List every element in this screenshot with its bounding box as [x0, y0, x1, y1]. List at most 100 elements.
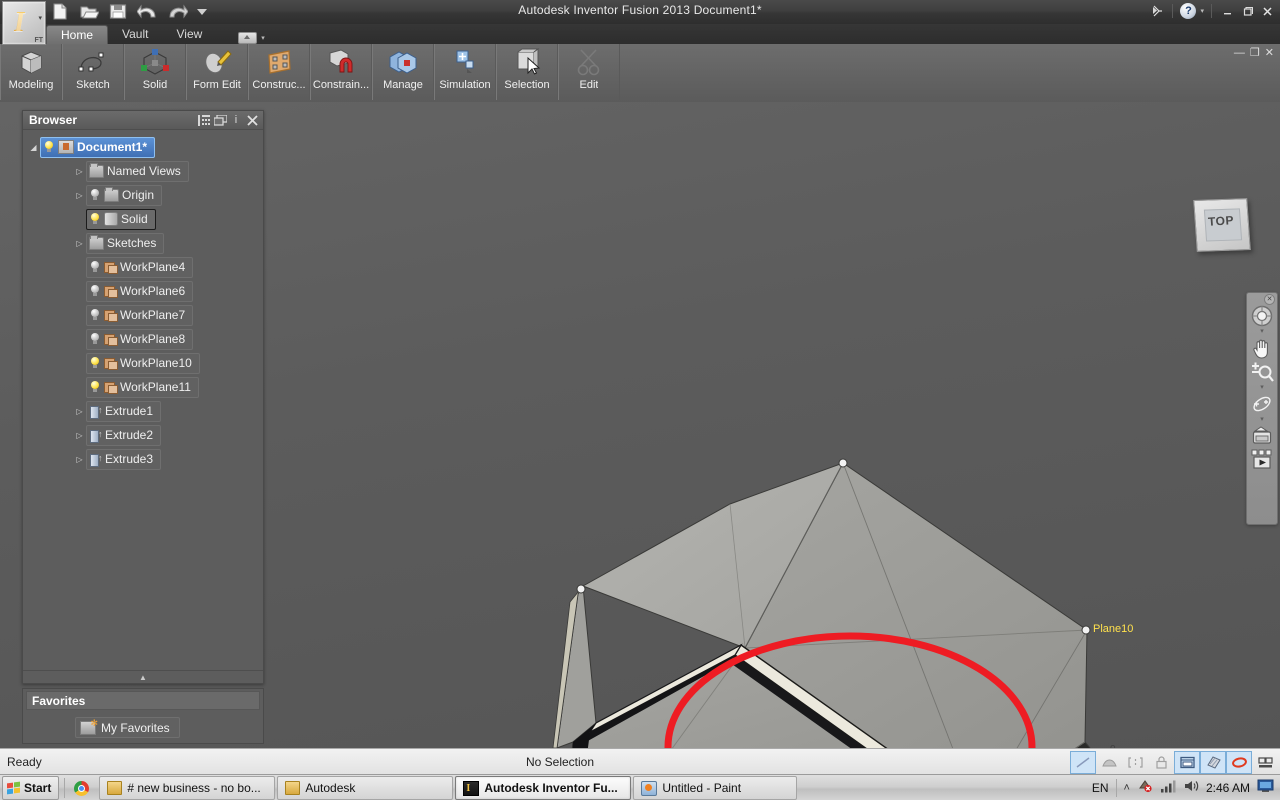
visibility-bulb-icon[interactable] — [89, 213, 101, 225]
orbit-ring-icon[interactable] — [1226, 751, 1252, 774]
save-icon[interactable] — [108, 2, 128, 21]
document-close-button[interactable]: ✕ — [1265, 47, 1274, 59]
tree-node-chip[interactable]: Extrude1 — [86, 400, 162, 422]
tree-node-chip[interactable]: WorkPlane4 — [86, 256, 194, 278]
pin-icon[interactable] — [1148, 3, 1165, 19]
tree-node-extrude2[interactable]: ▷ Extrude2 — [23, 423, 263, 447]
lock-icon[interactable] — [1148, 751, 1174, 774]
tree-node-chip[interactable]: Origin — [86, 184, 163, 206]
ribbon-button-constraints[interactable]: Constrain... — [310, 44, 372, 100]
ribbon-button-manage[interactable]: Manage — [372, 44, 434, 100]
visibility-bulb-icon[interactable] — [89, 309, 101, 321]
tree-node-chip[interactable]: Document1* — [40, 136, 156, 158]
visibility-bulb-icon[interactable] — [89, 381, 101, 393]
look-camera-icon[interactable] — [1249, 424, 1275, 448]
tree-node-workplane10[interactable]: WorkPlane10 — [23, 351, 263, 375]
tab-home[interactable]: Home — [46, 25, 109, 44]
language-indicator[interactable]: EN — [1092, 781, 1109, 795]
chevron-down-icon[interactable]: ▾ — [1260, 416, 1264, 424]
ribbon-button-modeling[interactable]: Modeling — [0, 44, 62, 100]
tree-node-sketches[interactable]: ▷ Sketches — [23, 231, 263, 255]
help-caret-icon[interactable]: ▾ — [1200, 7, 1204, 15]
signal-bars-icon[interactable] — [1160, 779, 1176, 798]
tree-node-chip[interactable]: Named Views — [86, 160, 189, 182]
visibility-bulb-icon[interactable] — [89, 261, 101, 273]
expand-arrow-icon[interactable]: ▷ — [73, 167, 86, 176]
cascade-windows-icon[interactable] — [212, 113, 228, 127]
ribbon-button-solid[interactable]: Solid — [124, 44, 186, 100]
ribbon-button-selection[interactable]: Selection — [496, 44, 558, 100]
visibility-bulb-icon[interactable] — [89, 285, 101, 297]
qat-dropdown-icon[interactable] — [195, 2, 215, 21]
new-document-icon[interactable] — [50, 2, 70, 21]
tree-node-extrude1[interactable]: ▷ Extrude1 — [23, 399, 263, 423]
minimize-button[interactable] — [1219, 3, 1236, 19]
taskbar-item-paint[interactable]: Untitled - Paint — [633, 776, 798, 800]
show-hidden-icons-chevron[interactable]: ˄ — [1124, 782, 1130, 794]
tree-node-workplane4[interactable]: WorkPlane4 — [23, 255, 263, 279]
expand-arrow-icon[interactable]: ▷ — [73, 431, 86, 440]
tree-node-chip[interactable]: WorkPlane11 — [86, 376, 199, 398]
speaker-icon[interactable] — [1183, 779, 1199, 798]
chevron-down-icon[interactable]: ▾ — [38, 14, 42, 22]
tree-node-chip[interactable]: Sketches — [86, 232, 165, 254]
ribbon-button-edit[interactable]: Edit — [558, 44, 620, 100]
taskbar-item-new-business[interactable]: # new business - no bo... — [99, 776, 276, 800]
tree-node-origin[interactable]: ▷ Origin — [23, 183, 263, 207]
snap-grid-icon[interactable] — [1174, 751, 1200, 774]
zoom-icon[interactable] — [1249, 360, 1275, 384]
visibility-bulb-icon[interactable] — [43, 141, 55, 153]
sketch-line-icon[interactable] — [1070, 751, 1096, 774]
ribbon-button-form-edit[interactable]: Form Edit — [186, 44, 248, 100]
tree-node-chip[interactable]: WorkPlane10 — [86, 352, 200, 374]
shading-icon[interactable] — [1200, 751, 1226, 774]
clock[interactable]: 2:46 AM — [1206, 781, 1250, 795]
chrome-quicklaunch-icon[interactable] — [70, 780, 92, 796]
visibility-bulb-icon[interactable] — [89, 333, 101, 345]
taskbar-item-inventor[interactable]: I Autodesk Inventor Fu... — [455, 776, 632, 800]
animation-play-icon[interactable] — [1249, 448, 1275, 472]
network-error-icon[interactable] — [1137, 778, 1153, 798]
tab-vault[interactable]: Vault — [108, 25, 162, 44]
tree-node-document1[interactable]: ◢ Document1* — [23, 135, 263, 159]
ribbon-button-construction[interactable]: Construc... — [248, 44, 310, 100]
panel-splitter[interactable]: ▲ — [23, 670, 263, 683]
close-navbar-icon[interactable]: ✕ — [1264, 294, 1275, 305]
tree-node-chip[interactable]: Solid — [86, 208, 156, 230]
tree-node-extrude3[interactable]: ▷ Extrude3 — [23, 447, 263, 471]
tab-view[interactable]: View — [162, 25, 216, 44]
close-button[interactable] — [1259, 3, 1276, 19]
view-cube[interactable]: TOP — [1193, 196, 1251, 252]
chevron-down-icon[interactable]: ▾ — [1260, 384, 1264, 392]
ribbon-button-simulation[interactable]: Simulation — [434, 44, 496, 100]
visibility-bulb-icon[interactable] — [89, 357, 101, 369]
open-folder-icon[interactable] — [79, 2, 100, 21]
undo-icon[interactable] — [136, 2, 157, 21]
tree-node-workplane6[interactable]: WorkPlane6 — [23, 279, 263, 303]
tree-node-chip[interactable]: WorkPlane7 — [86, 304, 194, 326]
ribbon-button-sketch[interactable]: Sketch — [62, 44, 124, 100]
expand-arrow-icon[interactable]: ▷ — [73, 407, 86, 416]
document-restore-button[interactable]: ❐ — [1250, 47, 1260, 59]
chevron-down-icon[interactable]: ▾ — [1260, 328, 1264, 336]
tree-node-workplane8[interactable]: WorkPlane8 — [23, 327, 263, 351]
show-desktop-icon[interactable] — [1257, 779, 1274, 798]
info-icon[interactable]: i — [228, 113, 244, 127]
expand-arrow-icon[interactable]: ▷ — [73, 191, 86, 200]
redo-icon[interactable] — [166, 2, 189, 21]
start-button[interactable]: Start — [2, 776, 60, 800]
application-menu-button[interactable]: I ▾ FT — [2, 1, 46, 45]
tree-node-chip[interactable]: Extrude2 — [86, 424, 162, 446]
display-mode-icon[interactable] — [1252, 751, 1278, 774]
tree-node-workplane7[interactable]: WorkPlane7 — [23, 303, 263, 327]
constraint-icon[interactable] — [1122, 751, 1148, 774]
tree-node-chip[interactable]: Extrude3 — [86, 448, 162, 470]
tree-node-chip[interactable]: WorkPlane6 — [86, 280, 194, 302]
tree-node-solid[interactable]: Solid — [23, 207, 263, 231]
help-icon[interactable]: ? — [1180, 3, 1197, 19]
ribbon-collapse-dropdown[interactable]: ▾ — [238, 32, 265, 44]
orbit-icon[interactable] — [1249, 392, 1275, 416]
my-favorites-item[interactable]: My Favorites — [75, 717, 180, 738]
tree-node-named-views[interactable]: ▷ Named Views — [23, 159, 263, 183]
steering-wheel-icon[interactable] — [1249, 304, 1275, 328]
